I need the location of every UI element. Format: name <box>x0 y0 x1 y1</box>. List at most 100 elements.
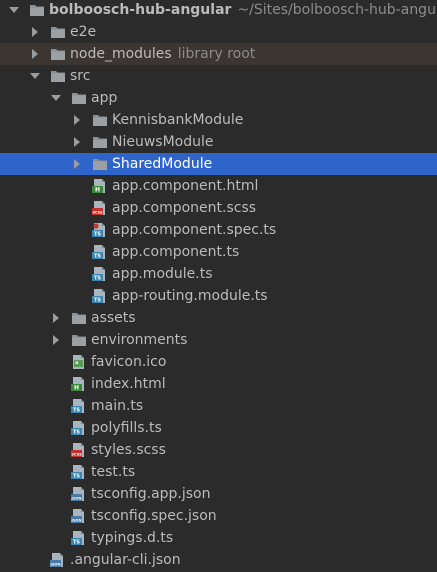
item-label: e2e <box>70 24 97 40</box>
folder-item-node-modules[interactable]: node_modules library root <box>0 43 437 65</box>
scss-file-icon: SCSS <box>71 442 87 458</box>
item-label: tsconfig.app.json <box>91 486 211 502</box>
expand-arrow-down-icon[interactable] <box>51 93 61 103</box>
folder-icon <box>71 90 87 106</box>
folder-icon <box>29 2 45 18</box>
image-file-icon <box>71 354 87 370</box>
svg-text:TS: TS <box>94 297 101 303</box>
item-label: app.module.ts <box>112 266 213 282</box>
folder-icon <box>50 46 66 62</box>
item-label: index.html <box>91 376 166 392</box>
file-item-main-ts[interactable]: TS main.ts <box>0 395 437 417</box>
file-item-index-html[interactable]: Hindex.html <box>0 373 437 395</box>
file-item-app-module-ts[interactable]: TS app.module.ts <box>0 263 437 285</box>
expand-arrow-right-icon[interactable] <box>51 313 61 323</box>
expand-arrow-right-icon[interactable] <box>51 335 61 345</box>
item-label: .angular-cli.json <box>70 552 181 568</box>
json-file-icon: JSON <box>71 486 87 502</box>
item-label: app.component.html <box>112 178 259 194</box>
file-item-tsconfig-spec-json[interactable]: JSON tsconfig.spec.json <box>0 505 437 527</box>
item-label: tsconfig.spec.json <box>91 508 217 524</box>
folder-icon <box>71 310 87 326</box>
typescript-file-icon: TS <box>71 420 87 436</box>
item-label: src <box>70 68 91 84</box>
project-tree: bolboosch-hub-angular ~/Sites/bolboosch-h… <box>0 0 437 572</box>
json-file-icon: JSON <box>71 508 87 524</box>
folder-item-environments[interactable]: environments <box>0 329 437 351</box>
item-label: favicon.ico <box>91 354 167 370</box>
svg-text:JSON: JSON <box>50 562 61 566</box>
item-label: app-routing.module.ts <box>112 288 268 304</box>
item-label: SharedModule <box>112 156 213 172</box>
item-label: styles.scss <box>91 442 166 458</box>
folder-item-assets[interactable]: assets <box>0 307 437 329</box>
typescript-file-icon: TS <box>92 288 108 304</box>
folder-item-nieuwsmodule[interactable]: NieuwsModule <box>0 131 437 153</box>
folder-item-app[interactable]: app <box>0 87 437 109</box>
item-label: assets <box>91 310 136 326</box>
item-hint: ~/Sites/bolboosch-hub-angular <box>237 2 437 18</box>
file-item-polyfills-ts[interactable]: TS polyfills.ts <box>0 417 437 439</box>
svg-text:H: H <box>74 384 79 391</box>
svg-text:H: H <box>95 186 100 193</box>
folder-icon <box>92 156 108 172</box>
file-item-app-routing-module-ts[interactable]: TS app-routing.module.ts <box>0 285 437 307</box>
svg-text:TS: TS <box>73 407 80 413</box>
typescript-file-icon: TS <box>71 464 87 480</box>
svg-text:TS: TS <box>94 253 101 259</box>
file-item-favicon-ico[interactable]: favicon.ico <box>0 351 437 373</box>
item-label: node_modules <box>70 46 172 62</box>
item-label: polyfills.ts <box>91 420 162 436</box>
item-label: app <box>91 90 118 106</box>
item-label: app.component.spec.ts <box>112 222 277 238</box>
folder-item-bolboosch-hub-angular[interactable]: bolboosch-hub-angular ~/Sites/bolboosch-h… <box>0 0 437 21</box>
file-item-angular-cli-json[interactable]: JSON .angular-cli.json <box>0 549 437 571</box>
file-item-app-component-ts[interactable]: TS app.component.ts <box>0 241 437 263</box>
file-item-app-component-html[interactable]: Happ.component.html <box>0 175 437 197</box>
expand-arrow-right-icon[interactable] <box>30 27 40 37</box>
folder-item-sharedmodule[interactable]: SharedModule <box>0 153 437 175</box>
folder-item-e2e[interactable]: e2e <box>0 21 437 43</box>
item-label: main.ts <box>91 398 144 414</box>
file-item-typings-d-ts[interactable]: TS typings.d.ts <box>0 527 437 549</box>
folder-item-kennisbankmodule[interactable]: KennisbankModule <box>0 109 437 131</box>
svg-text:JSON: JSON <box>71 496 82 500</box>
item-label: environments <box>91 332 188 348</box>
folder-icon <box>92 134 108 150</box>
item-label: bolboosch-hub-angular <box>49 2 232 18</box>
svg-text:SCSS: SCSS <box>92 210 103 214</box>
folder-icon <box>50 68 66 84</box>
item-label: app.component.scss <box>112 200 257 216</box>
typescript-file-icon: TS <box>71 398 87 414</box>
folder-icon <box>92 112 108 128</box>
typescript-file-icon: TS <box>92 244 108 260</box>
file-item-styles-scss[interactable]: SCSS styles.scss <box>0 439 437 461</box>
item-label: KennisbankModule <box>112 112 244 128</box>
html-file-icon: H <box>71 376 87 392</box>
svg-text:TS: TS <box>94 231 101 237</box>
typescript-file-icon: TS <box>92 266 108 282</box>
expand-arrow-right-icon[interactable] <box>72 115 82 125</box>
typescript-file-icon: TS <box>71 530 87 546</box>
svg-text:SCSS: SCSS <box>71 452 82 456</box>
file-item-app-component-scss[interactable]: SCSS app.component.scss <box>0 197 437 219</box>
svg-text:TS: TS <box>73 539 80 545</box>
file-item-tsconfig-app-json[interactable]: JSON tsconfig.app.json <box>0 483 437 505</box>
expand-arrow-right-icon[interactable] <box>72 159 82 169</box>
item-label: typings.d.ts <box>91 530 174 546</box>
svg-text:TS: TS <box>73 429 80 435</box>
scss-file-icon: SCSS <box>92 200 108 216</box>
expand-arrow-down-icon[interactable] <box>30 71 40 81</box>
item-hint: library root <box>177 46 256 62</box>
svg-text:JSON: JSON <box>71 518 82 522</box>
expand-arrow-right-icon[interactable] <box>30 49 40 59</box>
expand-arrow-right-icon[interactable] <box>72 137 82 147</box>
item-label: app.component.ts <box>112 244 240 260</box>
folder-item-src[interactable]: src <box>0 65 437 87</box>
file-item-app-component-spec-ts[interactable]: TS app.component.spec.ts <box>0 219 437 241</box>
svg-text:TS: TS <box>73 473 80 479</box>
file-item-test-ts[interactable]: TS test.ts <box>0 461 437 483</box>
expand-arrow-down-icon[interactable] <box>9 5 19 15</box>
folder-icon <box>71 332 87 348</box>
typescript-spec-file-icon: TS <box>92 222 108 238</box>
